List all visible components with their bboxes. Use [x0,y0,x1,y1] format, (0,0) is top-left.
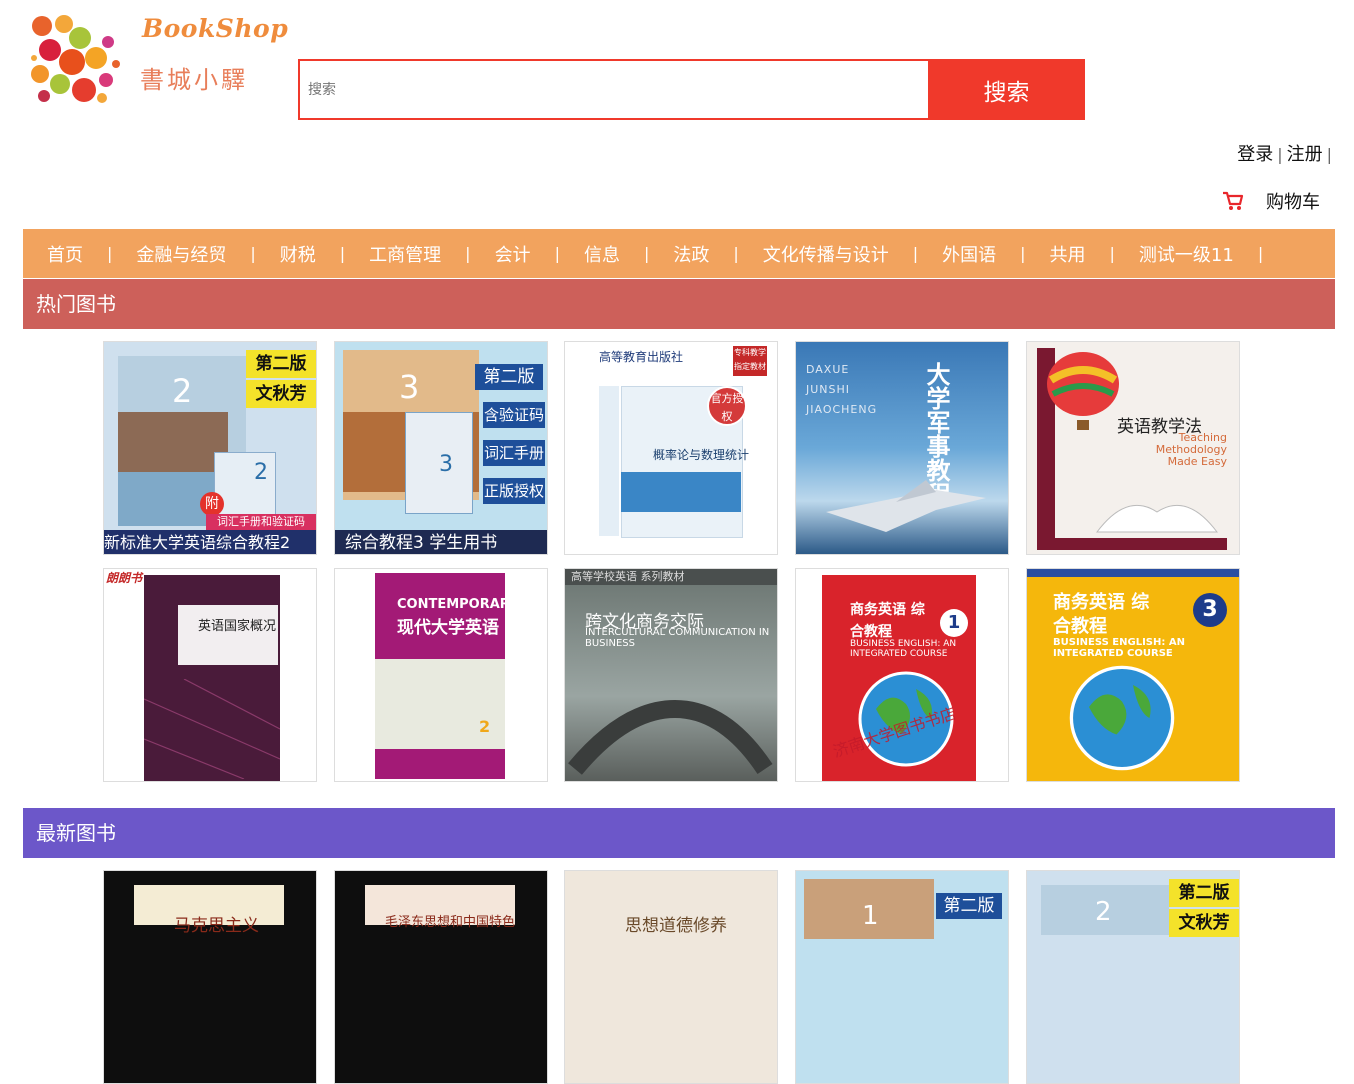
cover-tag: 含验证码 [483,402,545,428]
cover-number: 1 [940,609,968,637]
book-cover[interactable]: CONTEMPORARY 现代大学英语 2 [334,568,548,782]
cover-badge: 第二版 [936,893,1002,919]
cart-link[interactable]: 购物车 [1222,188,1320,214]
cover-logo: 朗朗书 [106,571,143,585]
hot-air-balloon-icon [1047,352,1119,430]
cover-pinyin: DAXUE JUNSHI JIAOCHENG [806,363,878,416]
book-cover[interactable]: 商务英语 综合教程 1 BUSINESS ENGLISH: AN INTEGRA… [795,568,1009,782]
cover-badge: 附 [200,492,224,516]
cover-tag: 正版授权 [483,478,545,504]
nav-item-tax[interactable]: 财税 [256,241,340,267]
cover-pattern [144,679,280,779]
cover-title-en: CONTEMPORARY [397,597,519,612]
cover-subtitle: Teaching Methodology Made Easy [1155,431,1227,468]
cover-subtitle: INTERCULTURAL COMMUNICATION IN BUSINESS [585,627,770,649]
cover-title: 思想道德修养 [625,916,727,936]
book-cover[interactable]: 3 3 第二版 含验证码 词汇手册 正版授权 综合教程3 学生用书 [334,341,548,555]
separator: | [1326,145,1332,164]
nav-item-home[interactable]: 首页 [23,241,107,267]
cover-title: 马克思主义 [174,916,259,936]
book-cover[interactable]: 毛泽东思想和中国特色 [334,870,548,1084]
section-hot-books: 热门图书 [23,279,1335,329]
book-cover[interactable]: 高等学校英语 系列教材 跨文化商务交际 INTERCULTURAL COMMUN… [564,568,778,782]
cover-publisher: 高等教育出版社 [599,350,684,364]
site-logo[interactable]: BookShop 書城小驛 [30,14,288,109]
cover-badge: 文秋芳 [246,380,316,408]
cart-label: 购物车 [1266,192,1320,213]
book-cover[interactable]: 英语教学法 Teaching Methodology Made Easy [1026,341,1240,555]
cover-badge: 第二版 [475,364,543,390]
book-cover[interactable]: 2 2 第二版 文秋芳 附 词汇手册和验证码 新标准大学英语综合教程2 [103,341,317,555]
cover-title: 现代大学英语 [397,618,499,638]
cover-title: 英语国家概况 [198,619,277,634]
open-book-icon [1095,504,1219,533]
cover-number: 2 [172,372,193,410]
cart-icon [1223,191,1244,210]
cover-badge: 第二版 [246,350,316,378]
cover-attachment-label: 词汇手册和验证码 [206,514,316,530]
cover-title: 概率论与数理统计 [653,448,750,462]
cover-title: 商务英语 综合教程 [850,602,925,640]
cover-badge: 第二版 [1169,879,1239,907]
book-cover[interactable]: 1 第二版 [795,870,1009,1084]
logo-dots-icon [31,15,120,103]
user-links: 登录 | 注册 | [1237,140,1336,166]
jet-icon [826,480,986,532]
nav-item-law[interactable]: 法政 [649,241,733,267]
nav-item-languages[interactable]: 外国语 [918,241,1020,267]
cover-tag: 词汇手册 [483,440,545,466]
login-link[interactable]: 登录 [1237,144,1273,165]
cover-number: 3 [1193,593,1227,627]
cover-subtitle: BUSINESS ENGLISH: AN INTEGRATED COURSE [1053,637,1185,659]
book-cover[interactable]: 朗朗书 英语国家概况 [103,568,317,782]
nav-item-finance[interactable]: 金融与经贸 [112,241,250,267]
cover-number: 2 [479,717,491,736]
nav-item-accounting[interactable]: 会计 [471,241,555,267]
cover-number: 3 [439,452,453,477]
cover-title: 毛泽东思想和中国特色 [385,915,516,930]
cover-title-bar: 综合教程3 学生用书 [335,530,547,554]
search-button[interactable]: 搜索 [928,59,1085,120]
book-cover[interactable]: DAXUE JUNSHI JIAOCHENG 大学军事教程 [795,341,1009,555]
nav-item-test[interactable]: 测试一级11 [1115,241,1258,267]
nav-item-common[interactable]: 共用 [1026,241,1110,267]
cover-title: 商务英语 综合教程 [1053,592,1150,637]
brand-name-en: BookShop [142,14,289,43]
search-bar: 搜索 [298,59,1085,120]
book-cover[interactable]: 思想道德修养 [564,870,778,1084]
cover-badge: 文秋芳 [1169,909,1239,937]
brand-name-cn: 書城小驛 [140,66,248,94]
book-cover[interactable]: 2 第二版 文秋芳 [1026,870,1240,1084]
nav-item-culture[interactable]: 文化传播与设计 [739,241,913,267]
cover-number: 3 [399,368,420,406]
cover-number: 1 [862,901,879,931]
book-cover[interactable]: 高等教育出版社 专科教学 指定教材 官方授权 概率论与数理统计 [564,341,778,555]
book-cover[interactable]: 商务英语 综合教程 3 BUSINESS ENGLISH: AN INTEGRA… [1026,568,1240,782]
cover-number: 2 [1095,897,1112,927]
section-new-books: 最新图书 [23,808,1335,858]
separator: | [1277,145,1283,164]
cover-series: 高等学校英语 系列教材 [565,569,777,585]
nav-item-business[interactable]: 工商管理 [345,241,465,267]
search-input[interactable] [298,59,928,120]
cover-number: 2 [254,460,268,485]
register-link[interactable]: 注册 [1287,144,1323,165]
cover-subtitle: BUSINESS ENGLISH: AN INTEGRATED COURSE [850,639,957,659]
cover-badge: 官方授权 [707,386,747,426]
book-cover[interactable]: 马克思主义 [103,870,317,1084]
separator: | [1257,244,1264,263]
stone-arch-icon [568,699,773,775]
cover-title-bar: 新标准大学英语综合教程2 [104,530,316,554]
cover-corner: 专科教学 指定教材 [733,346,767,376]
globe-icon [1069,665,1175,771]
nav-item-info[interactable]: 信息 [560,241,644,267]
category-nav: 首页 | 金融与经贸 | 财税 | 工商管理 | 会计 | 信息 | 法政 | 文化传播与设计… [23,229,1335,278]
